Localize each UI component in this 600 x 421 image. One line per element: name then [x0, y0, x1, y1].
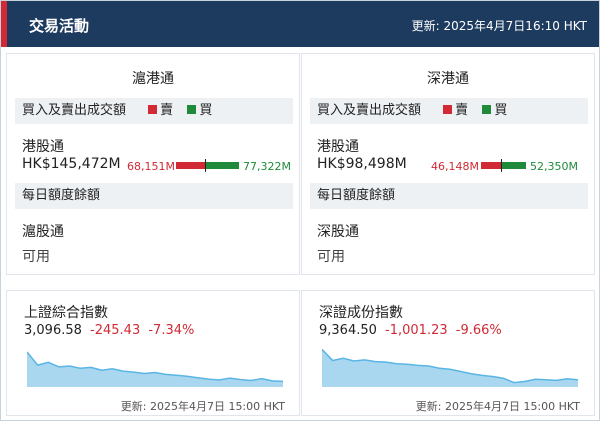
quota-label: 每日額度餘額 [317, 188, 396, 203]
sell-legend-icon [148, 105, 158, 114]
buy-bar [502, 162, 526, 169]
szse-index-card[interactable]: 深證成份指數 9,364.50 -1,001.23 -9.66% 更新: 202… [301, 290, 595, 416]
trading-activity-widget: 交易活動 更新: 2025年4月7日16:10 HKT 滬港通 買入及賣出成交額… [0, 0, 600, 421]
widget-header: 交易活動 更新: 2025年4月7日16:10 HKT [1, 1, 599, 47]
index-level: 3,096.58 [24, 323, 82, 338]
index-change-percent: -9.66% [455, 323, 502, 338]
index-change: -1,001.23 [385, 323, 448, 338]
sse-index-card[interactable]: 上證綜合指數 3,096.58 -245.43 -7.34% 更新: 2025年… [6, 290, 300, 416]
sz-northbound-name: 深股通 [317, 224, 359, 240]
sz-total-turnover: HK$98,498M [317, 156, 407, 172]
index-updated-timestamp: 更新: 2025年4月7日 15:00 HKT [415, 400, 580, 413]
sz-sell-value: 46,148M [431, 160, 479, 173]
index-updated-timestamp: 更新: 2025年4月7日 15:00 HKT [120, 400, 285, 413]
turnover-label: 買入及賣出成交額 [22, 103, 127, 118]
sh-quota-header: 每日額度餘額 [15, 183, 293, 209]
sell-legend-icon [443, 105, 453, 114]
sell-bar [481, 162, 502, 169]
sell-bar [176, 162, 206, 169]
sell-legend-label: 賣 [160, 103, 174, 118]
buy-bar [206, 162, 239, 169]
buy-legend-label: 買 [494, 103, 508, 118]
index-name: 上證綜合指數 [24, 305, 108, 321]
sh-connect-title: 滬港通 [132, 71, 174, 87]
sh-sell-value: 68,151M [127, 160, 175, 173]
sz-buy-sell-bar [481, 159, 526, 172]
index-sparkline [322, 348, 578, 387]
index-name: 深證成份指數 [319, 305, 403, 321]
turnover-label: 買入及賣出成交額 [317, 103, 422, 118]
index-values: 3,096.58 -245.43 -7.34% [24, 323, 194, 338]
widget-title: 交易活動 [29, 17, 90, 35]
index-sparkline [27, 351, 283, 387]
buy-legend-icon [482, 105, 492, 114]
header-updated-timestamp: 更新: 2025年4月7日16:10 HKT [411, 19, 587, 33]
buy-legend-label: 買 [199, 103, 213, 118]
sh-buy-value: 77,322M [243, 160, 291, 173]
sh-buy-sell-bar [176, 159, 239, 172]
sz-quota-header: 每日額度餘額 [310, 183, 588, 209]
sh-turnover-header: 買入及賣出成交額 賣 買 [15, 98, 293, 124]
buy-legend-icon [187, 105, 197, 114]
sh-northbound-name: 滬股通 [22, 224, 64, 240]
index-change: -245.43 [90, 323, 141, 338]
sz-turnover-header: 買入及賣出成交額 賣 買 [310, 98, 588, 124]
quota-label: 每日額度餘額 [22, 188, 101, 203]
index-change-percent: -7.34% [148, 323, 195, 338]
sz-connect-panel: 深港通 買入及賣出成交額 賣 買 港股通 HK$98,498M 46,148M … [301, 53, 595, 275]
sparkline-area [322, 349, 578, 387]
sz-quota-status: 可用 [317, 249, 345, 265]
bar-midpoint [205, 159, 206, 172]
sell-legend-label: 賣 [455, 103, 469, 118]
sz-buy-value: 52,350M [530, 160, 578, 173]
sh-quota-status: 可用 [22, 249, 50, 265]
sh-total-turnover: HK$145,472M [22, 156, 121, 172]
index-values: 9,364.50 -1,001.23 -9.66% [319, 323, 502, 338]
bar-midpoint [501, 159, 502, 172]
sz-connect-title: 深港通 [427, 71, 469, 87]
index-level: 9,364.50 [319, 323, 377, 338]
sz-southbound-name: 港股通 [317, 139, 359, 155]
sparkline-area [27, 352, 283, 387]
sh-connect-panel: 滬港通 買入及賣出成交額 賣 買 港股通 HK$145,472M 68,151M… [6, 53, 300, 275]
sh-southbound-name: 港股通 [22, 139, 64, 155]
